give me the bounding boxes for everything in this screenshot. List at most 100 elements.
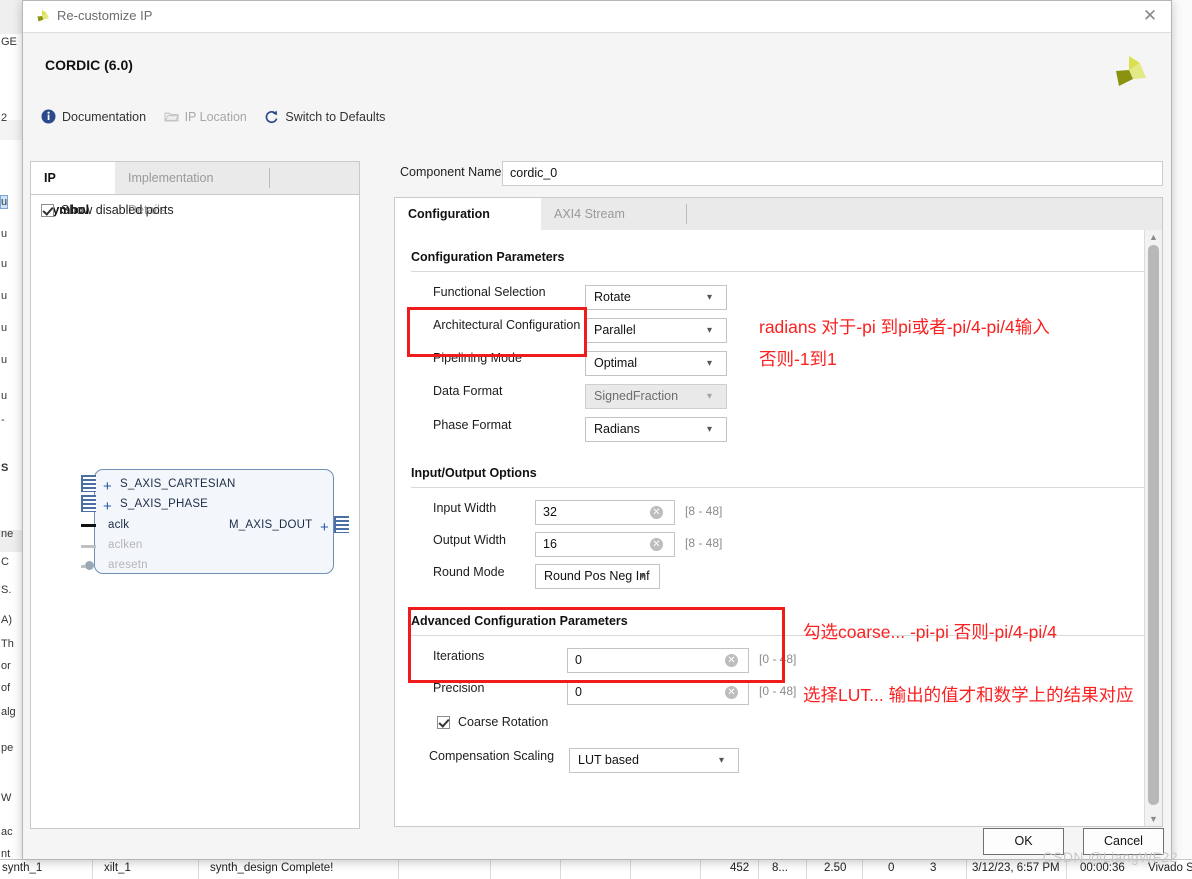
- clear-input-width-icon[interactable]: ✕: [650, 506, 663, 519]
- expand-plus-icon[interactable]: +: [103, 479, 112, 494]
- port-label-s-axis-phase: S_AXIS_PHASE: [120, 498, 209, 510]
- component-name-input[interactable]: cordic_0: [502, 161, 1163, 186]
- input-width-range: [8 - 48]: [685, 504, 723, 518]
- info-icon: [41, 109, 56, 124]
- port-pin-s-axis-cartesian: [81, 475, 96, 492]
- bg-fragment: W: [1, 792, 12, 804]
- bg-fragment: Th: [1, 638, 14, 650]
- round-mode-select[interactable]: Round Pos Neg Inf ▾: [535, 564, 660, 589]
- show-disabled-ports-label: Show disabled ports: [61, 203, 174, 217]
- scroll-down-icon[interactable]: ▼: [1145, 812, 1162, 826]
- show-disabled-ports-checkbox[interactable]: Show disabled ports: [41, 203, 174, 217]
- chevron-down-icon: ▾: [719, 755, 725, 766]
- chevron-down-icon: ▾: [640, 571, 646, 582]
- compensation-scaling-value: LUT based: [578, 753, 639, 767]
- tab-implementation-details[interactable]: Implementation Details: [115, 162, 267, 217]
- expand-plus-icon[interactable]: +: [320, 520, 329, 535]
- field-label-round-mode: Round Mode: [433, 565, 505, 579]
- port-label-m-axis-dout: M_AXIS_DOUT: [229, 519, 313, 531]
- annotation-lut-note: 选择LUT... 输出的值才和数学上的结果对应: [803, 685, 1134, 705]
- chevron-down-icon: ▾: [707, 424, 713, 435]
- switch-to-defaults-label: Switch to Defaults: [285, 109, 386, 124]
- page-title: CORDIC (6.0): [45, 57, 133, 73]
- close-icon[interactable]: ✕: [1139, 6, 1161, 28]
- bg-fragment: GE: [1, 36, 17, 48]
- bg-fragment: u: [1, 290, 8, 302]
- architectural-configuration-select[interactable]: Parallel ▾: [585, 318, 727, 343]
- bg-part-name: xilt_1: [104, 862, 131, 874]
- folder-icon: [164, 109, 179, 124]
- config-tabbed-box: Configuration Options AXI4 Stream Option…: [394, 197, 1163, 827]
- port-pin-s-axis-phase: [81, 495, 96, 512]
- left-tabstrip: IP Symbol Implementation Details: [31, 162, 359, 217]
- chevron-down-icon: ▾: [707, 292, 713, 303]
- bg-fragment: u: [1, 258, 8, 270]
- documentation-link[interactable]: Documentation: [41, 109, 146, 124]
- tab-axi4-stream-options[interactable]: AXI4 Stream Options: [541, 198, 684, 253]
- bg-fragment: C: [1, 556, 9, 568]
- chevron-down-icon: ▾: [707, 391, 713, 402]
- compensation-scaling-select[interactable]: LUT based ▾: [569, 748, 739, 773]
- precision-range: [0 - 48]: [759, 684, 797, 698]
- scrollbar-thumb[interactable]: [1148, 245, 1159, 805]
- round-mode-value: Round Pos Neg Inf: [544, 569, 650, 583]
- port-pin-aclk: [81, 524, 96, 527]
- dialog-toolbar: Documentation IP Location Switch to Defa…: [41, 109, 399, 131]
- field-label-output-width: Output Width: [433, 533, 506, 547]
- checkbox-box: [41, 203, 54, 217]
- dialog-titlebar: Re-customize IP ✕: [23, 1, 1171, 33]
- annotation-coarse-rotation: 勾选coarse... -pi-pi 否则-pi/4-pi/4: [803, 622, 1057, 642]
- background-status-row: synth_1 xilt_1 synth_design Complete! 45…: [0, 859, 1192, 879]
- clear-iterations-icon[interactable]: ✕: [725, 654, 738, 667]
- bg-fragment: S: [1, 462, 9, 474]
- phase-format-select[interactable]: Radians ▾: [585, 417, 727, 442]
- config-vertical-scrollbar[interactable]: ▲ ▼: [1144, 230, 1162, 826]
- precision-field[interactable]: 0: [567, 680, 749, 705]
- expand-plus-icon[interactable]: +: [103, 499, 112, 514]
- bg-fragment: alg: [1, 706, 16, 718]
- bg-col1: 452: [730, 862, 750, 874]
- iterations-field[interactable]: 0: [567, 648, 749, 673]
- annotation-phase-format-line2: 否则-1到1: [759, 349, 837, 369]
- section-title-advanced-configuration-parameters: Advanced Configuration Parameters: [411, 614, 628, 628]
- functional-selection-select[interactable]: Rotate ▾: [585, 285, 727, 310]
- tab-configuration-options[interactable]: Configuration Options: [395, 198, 541, 253]
- xilinx-logo-icon: [33, 8, 51, 26]
- bg-fragment: u: [0, 195, 9, 209]
- switch-to-defaults-link[interactable]: Switch to Defaults: [264, 109, 385, 124]
- bg-fragment: or: [1, 660, 11, 672]
- phase-format-value: Radians: [594, 422, 640, 436]
- coarse-rotation-checkbox[interactable]: Coarse Rotation: [437, 715, 548, 729]
- bg-fragment: 2: [1, 112, 8, 124]
- field-label-phase-format: Phase Format: [433, 418, 512, 432]
- bg-fragment: -: [1, 414, 5, 426]
- bg-fragment: pe: [1, 742, 14, 754]
- clear-precision-icon[interactable]: ✕: [725, 686, 738, 699]
- bg-run-name: synth_1: [2, 862, 43, 874]
- ip-location-link[interactable]: IP Location: [164, 109, 247, 124]
- component-name-row: Component Name cordic_0: [386, 161, 1163, 187]
- ip-location-label: IP Location: [184, 109, 247, 124]
- bg-fragment: u: [1, 390, 8, 402]
- iterations-range: [0 - 48]: [759, 652, 797, 666]
- tab-ip-symbol[interactable]: IP Symbol: [31, 162, 115, 217]
- field-label-input-width: Input Width: [433, 501, 497, 515]
- ok-button[interactable]: OK: [983, 828, 1064, 855]
- cancel-button[interactable]: Cancel: [1083, 828, 1164, 855]
- ip-symbol-panel: IP Symbol Implementation Details Show di…: [30, 161, 360, 829]
- re-customize-ip-dialog: Re-customize IP ✕ CORDIC (6.0) Documenta…: [22, 0, 1172, 860]
- bg-fragment: u: [1, 322, 8, 334]
- section-title-input-output-options: Input/Output Options: [411, 466, 537, 480]
- field-label-architectural-configuration: Architectural Configuration: [433, 318, 581, 332]
- field-label-pipelining-mode: Pipelining Mode: [433, 351, 522, 365]
- architectural-configuration-value: Parallel: [594, 323, 636, 337]
- bg-col4: 0: [888, 862, 895, 874]
- bg-fragment: u: [1, 354, 8, 366]
- coarse-rotation-label: Coarse Rotation: [458, 715, 549, 729]
- checkbox-box: [437, 715, 450, 729]
- pipelining-mode-select[interactable]: Optimal ▾: [585, 351, 727, 376]
- clear-output-width-icon[interactable]: ✕: [650, 538, 663, 551]
- scroll-up-icon[interactable]: ▲: [1145, 230, 1162, 244]
- field-label-iterations: Iterations: [433, 649, 485, 663]
- port-label-aclken: aclken: [108, 539, 143, 551]
